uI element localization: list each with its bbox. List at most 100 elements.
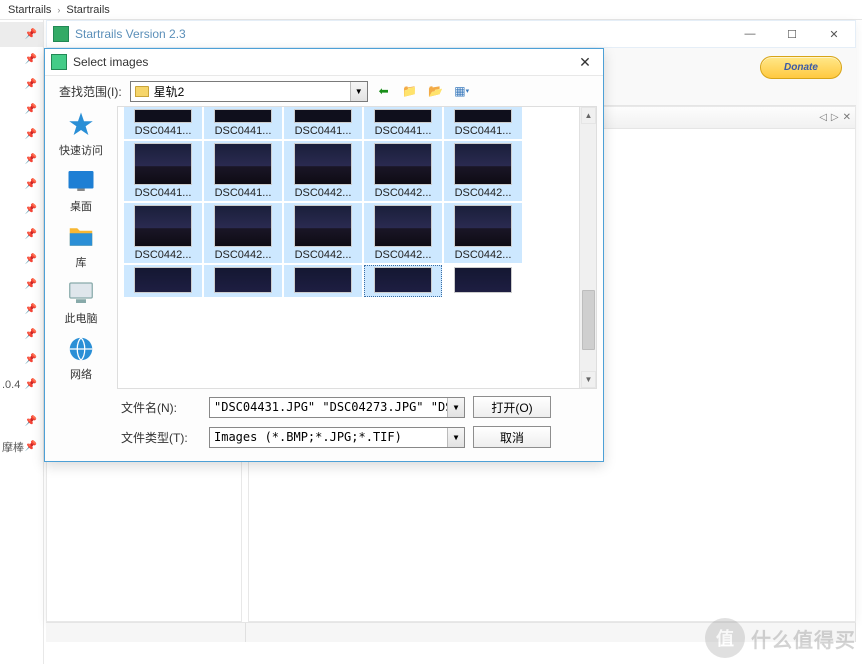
image-thumb-icon [134,143,192,185]
file-thumb[interactable] [444,265,522,297]
dialog-titlebar[interactable]: Select images ✕ [45,49,603,76]
file-thumb[interactable]: DSC0441... [124,107,202,139]
pin-row[interactable]: 📌 [0,297,43,322]
pin-icon: 📌 [25,54,37,65]
place-label: 桌面 [70,198,92,214]
file-thumb[interactable]: DSC0442... [284,203,362,263]
file-name: DSC0442... [215,249,272,261]
places-bar: 快速访问 桌面 库 此电脑 [45,106,117,389]
pin-row[interactable]: 📌 [0,47,43,72]
place-label: 此电脑 [65,310,98,326]
donate-button[interactable]: Donate [760,56,842,79]
file-thumb[interactable]: DSC0442... [124,203,202,263]
file-name: DSC0442... [455,187,512,199]
scrollbar-thumb[interactable] [582,290,595,350]
scroll-up-icon[interactable]: ▲ [581,107,596,124]
file-thumb[interactable] [204,265,282,297]
pin-icon: 📌 [25,441,37,452]
minimize-button[interactable]: — [729,21,771,48]
dialog-title: Select images [73,55,148,69]
image-thumb-icon [214,143,272,185]
open-button[interactable]: 打开(O) [473,396,551,418]
pin-row[interactable]: 📌 [0,322,43,347]
view-menu-icon[interactable]: ▦▾ [452,82,472,100]
pin-row[interactable]: 📌 [0,172,43,197]
dialog-close-button[interactable]: ✕ [567,54,603,71]
maximize-button[interactable]: ☐ [771,21,813,48]
image-thumb-icon [374,267,432,293]
scroll-down-icon[interactable]: ▼ [581,371,596,388]
file-name: DSC0442... [375,249,432,261]
file-name: DSC0441... [295,125,352,137]
panel-next-icon[interactable]: ▷ [831,112,839,123]
file-thumb[interactable] [124,265,202,297]
place-desktop[interactable]: 桌面 [64,166,98,214]
filename-input[interactable]: "DSC04431.JPG" "DSC04273.JPG" "DSC042 ▼ [209,397,465,418]
up-folder-icon[interactable]: 📁 [400,82,420,100]
image-thumb-icon [374,205,432,247]
file-name: DSC0441... [135,187,192,199]
file-name: DSC0442... [375,187,432,199]
chevron-down-icon[interactable]: ▼ [447,428,464,447]
panel-prev-icon[interactable]: ◁ [819,112,827,123]
file-name: DSC0441... [215,125,272,137]
file-thumb[interactable] [284,265,362,297]
lookin-folder-select[interactable]: 星轨2 ▼ [130,81,368,102]
file-thumb[interactable]: DSC0442... [284,141,362,201]
file-thumb-focused[interactable] [364,265,442,297]
file-thumb[interactable]: DSC0441... [204,141,282,201]
pin-row[interactable]: 📌 [0,409,43,434]
app-titlebar[interactable]: Startrails Version 2.3 — ☐ ✕ [46,20,856,48]
file-thumb[interactable]: DSC0442... [364,203,442,263]
scrollbar[interactable]: ▲ ▼ [579,107,596,388]
file-thumb[interactable]: DSC0441... [284,107,362,139]
file-name: DSC0441... [215,187,272,199]
chevron-down-icon[interactable]: ▼ [350,82,367,101]
place-libraries[interactable]: 库 [64,222,98,270]
file-thumb[interactable]: DSC0441... [204,107,282,139]
pin-row[interactable]: 📌 [0,147,43,172]
pin-icon: 📌 [25,29,37,40]
place-network[interactable]: 网络 [64,334,98,382]
panel-close-icon[interactable]: ✕ [843,112,851,123]
filetype-select[interactable]: Images (*.BMP;*.JPG;*.TIF) ▼ [209,427,465,448]
breadcrumb-item[interactable]: Startrails [8,4,51,16]
chevron-right-icon: › [57,5,60,15]
new-folder-icon[interactable]: 📂 [426,82,446,100]
file-thumb[interactable]: DSC0442... [444,203,522,263]
pin-row[interactable]: 摩棒📌 [0,434,43,459]
chevron-down-icon[interactable]: ▼ [447,398,464,417]
pin-row[interactable]: 📌 [0,347,43,372]
file-thumb[interactable]: DSC0442... [444,141,522,201]
cancel-button[interactable]: 取消 [473,426,551,448]
file-name: DSC0442... [135,249,192,261]
pin-icon: 📌 [25,204,37,215]
image-thumb-icon [134,205,192,247]
image-thumb-icon [294,143,352,185]
back-icon[interactable]: ⬅ [374,82,394,100]
file-thumb[interactable]: DSC0442... [364,141,442,201]
close-button[interactable]: ✕ [813,21,855,48]
file-thumb[interactable]: DSC0441... [444,107,522,139]
file-thumb[interactable]: DSC0442... [204,203,282,263]
place-thispc[interactable]: 此电脑 [64,278,98,326]
pin-row[interactable]: 📌 [0,22,43,47]
pin-row[interactable]: 📌 [0,122,43,147]
image-thumb-icon [214,109,272,123]
pin-row[interactable]: 📌 [0,197,43,222]
breadcrumb-item[interactable]: Startrails [66,4,109,16]
pin-row[interactable]: .0.4📌 [0,372,43,397]
file-list[interactable]: DSC0441... DSC0441... DSC0441... DSC0441… [117,106,597,389]
file-thumb[interactable]: DSC0441... [124,141,202,201]
file-name: DSC0441... [135,125,192,137]
place-quick-access[interactable]: 快速访问 [59,110,103,158]
pin-icon: 📌 [25,104,37,115]
file-thumb[interactable]: DSC0441... [364,107,442,139]
library-icon [64,222,98,252]
pin-row[interactable]: 📌 [0,247,43,272]
pin-row[interactable]: 📌 [0,97,43,122]
desktop-icon [64,166,98,196]
pin-row[interactable]: 📌 [0,72,43,97]
pin-row[interactable]: 📌 [0,272,43,297]
pin-row[interactable]: 📌 [0,222,43,247]
